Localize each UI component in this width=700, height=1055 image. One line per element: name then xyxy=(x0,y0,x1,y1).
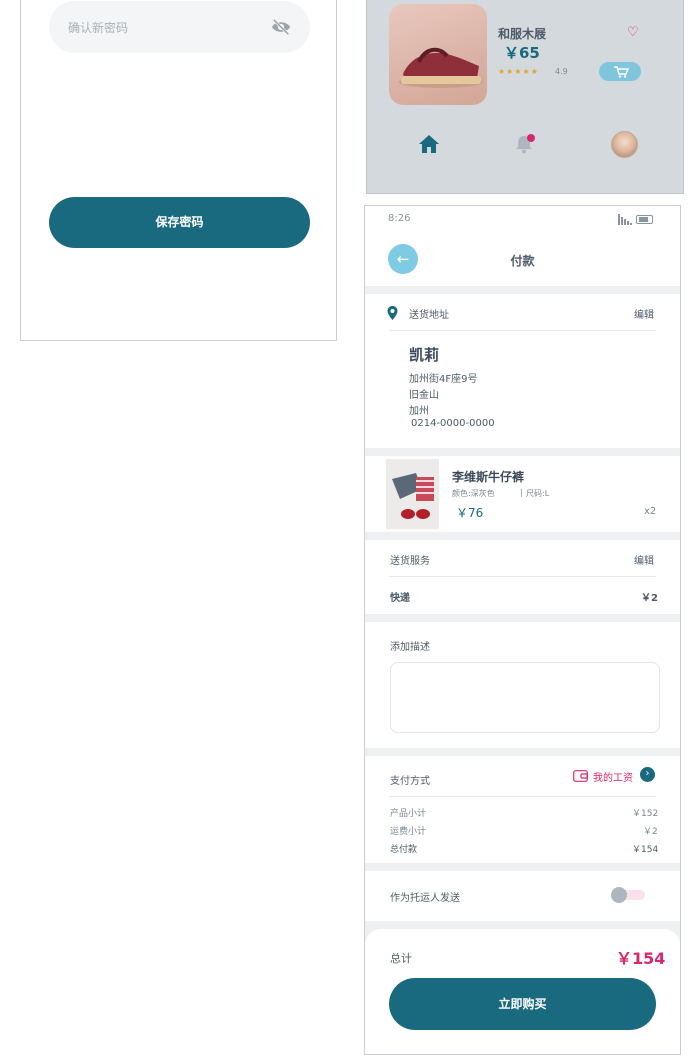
delivery-method: 快递 xyxy=(390,593,410,604)
address-edit-link[interactable]: 编辑 xyxy=(634,306,654,321)
shipping-label: 运费小计 xyxy=(390,827,427,837)
item-size: 尺码:L xyxy=(526,489,550,498)
total-pay-label: 总付款 xyxy=(390,845,418,855)
item-color: 颜色:深灰色 xyxy=(452,489,495,498)
grand-total-value: ￥154 xyxy=(616,949,666,968)
divider xyxy=(389,796,656,797)
product-image[interactable] xyxy=(389,4,487,105)
eye-off-icon[interactable] xyxy=(270,17,292,37)
phone-number: 0214-0000-0000 xyxy=(411,418,495,429)
consignor-label: 作为托运人发送 xyxy=(390,893,460,904)
description-textarea[interactable] xyxy=(390,662,660,733)
sandal-illustration xyxy=(399,47,483,88)
total-pay-value: ￥154 xyxy=(632,845,659,855)
confirm-password-placeholder: 确认新密码 xyxy=(68,21,129,35)
item-name: 李维斯牛仔裤 xyxy=(452,470,525,484)
battery-icon xyxy=(636,215,653,224)
product-name: 和服木屐 xyxy=(498,27,547,41)
profile-avatar[interactable] xyxy=(611,131,638,158)
address-line-1: 加州街4F座9号 xyxy=(409,374,478,385)
signal-icon xyxy=(618,214,632,225)
address-line-2: 旧金山 xyxy=(409,390,439,401)
delivery-cost: ￥2 xyxy=(641,593,658,604)
shipping-value: ￥2 xyxy=(643,827,658,837)
product-price: ￥65 xyxy=(504,44,540,62)
save-password-button[interactable]: 保存密码 xyxy=(49,197,310,248)
delivery-section: 送货服务 编辑 快递 ￥2 xyxy=(365,540,680,614)
confirm-password-field[interactable]: 确认新密码 xyxy=(49,1,310,53)
chevron-right-icon[interactable]: › xyxy=(640,767,655,782)
address-line-3: 加州 xyxy=(409,406,429,417)
heart-icon[interactable]: ♡ xyxy=(627,25,639,40)
home-icon[interactable] xyxy=(418,134,440,154)
rating-value: 4.9 xyxy=(555,67,568,76)
order-item[interactable]: 李维斯牛仔裤 颜色:深灰色 | 尺码:L ￥76 x2 xyxy=(365,456,680,532)
delivery-edit-link[interactable]: 编辑 xyxy=(634,552,654,567)
description-section: 添加描述 xyxy=(365,622,680,748)
wallet-icon xyxy=(573,770,588,782)
payment-screen: 8:26 ← 付款 送货地址 编辑 凯莉 加州街4F座9号 旧金山 加州 021… xyxy=(364,205,681,1055)
subtotal-value: ￥152 xyxy=(632,809,659,819)
item-size-separator: | xyxy=(520,488,523,497)
divider xyxy=(389,576,656,577)
add-to-cart-button[interactable] xyxy=(599,62,641,81)
page-title: 付款 xyxy=(510,254,535,268)
item-quantity: x2 xyxy=(644,506,657,517)
description-label: 添加描述 xyxy=(390,642,430,653)
grand-total-label: 总计 xyxy=(390,952,412,965)
rating-stars: ★★★★★ xyxy=(498,67,539,76)
checkout-footer: 总计 ￥154 立即购买 xyxy=(365,929,680,1054)
payment-method-label: 支付方式 xyxy=(390,776,430,787)
buy-now-button[interactable]: 立即购买 xyxy=(389,978,656,1030)
location-pin-icon xyxy=(387,306,398,320)
subtotal-label: 产品小计 xyxy=(390,809,427,819)
cart-icon xyxy=(614,66,630,78)
recipient-name: 凯莉 xyxy=(409,346,440,364)
change-password-screen: 确认新密码 保存密码 xyxy=(20,0,337,341)
item-image xyxy=(386,459,439,529)
toggle-knob xyxy=(611,887,627,903)
payment-header: 8:26 ← 付款 xyxy=(365,206,680,286)
consignor-toggle[interactable] xyxy=(611,887,645,903)
jeans-illustration xyxy=(386,459,439,529)
consignor-section: 作为托运人发送 xyxy=(365,871,680,921)
address-section: 送货地址 编辑 凯莉 加州街4F座9号 旧金山 加州 0214-0000-000… xyxy=(365,294,680,448)
divider xyxy=(389,330,656,331)
payment-method-section: 支付方式 我的工资 › 产品小计 ￥152 运费小计 ￥2 总付款 ￥154 xyxy=(365,756,680,863)
wallet-name[interactable]: 我的工资 xyxy=(593,769,633,784)
notification-badge xyxy=(527,134,535,142)
address-label: 送货地址 xyxy=(409,310,449,321)
product-screen: 和服木屐 ￥65 ★★★★★ 4.9 ♡ xyxy=(366,0,684,194)
item-price: ￥76 xyxy=(456,506,484,520)
delivery-label: 送货服务 xyxy=(390,556,430,567)
status-time: 8:26 xyxy=(388,213,411,224)
